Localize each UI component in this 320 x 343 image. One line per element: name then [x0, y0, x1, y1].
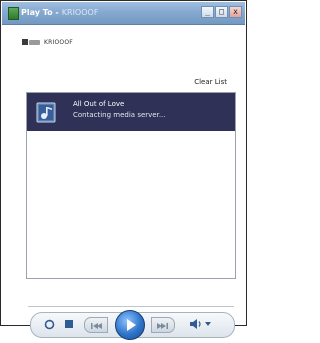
track-status: Contacting media server...: [73, 111, 166, 119]
playback-controls: [30, 310, 235, 340]
play-button[interactable]: [115, 310, 145, 340]
clear-list-link[interactable]: Clear List: [194, 78, 227, 86]
play-to-app-icon: [8, 7, 19, 20]
media-device-icon: [22, 38, 40, 47]
play-icon: [127, 319, 136, 331]
seek-bar[interactable]: [28, 306, 234, 307]
previous-button[interactable]: [84, 317, 108, 333]
music-file-icon: [36, 102, 56, 123]
stop-icon[interactable]: [65, 320, 73, 328]
previous-icon: [91, 323, 102, 329]
repeat-icon[interactable]: [44, 319, 55, 330]
window-controls: _ □ x: [201, 6, 242, 18]
window-title-device: KRIOOOF: [61, 8, 99, 17]
playlist: All Out of Love Contacting media server.…: [26, 92, 236, 279]
playlist-item[interactable]: All Out of Love Contacting media server.…: [27, 93, 235, 131]
volume-control[interactable]: [189, 318, 211, 330]
volume-icon: [190, 319, 201, 329]
maximize-button[interactable]: □: [215, 6, 228, 18]
window-title-label: Play To -: [21, 8, 59, 17]
window-title: Play To - KRIOOOF: [21, 6, 98, 20]
play-to-window: Play To - KRIOOOF _ □ x KRIOOOF Clear Lis…: [0, 0, 247, 340]
next-button[interactable]: [151, 317, 175, 333]
chevron-down-icon: [205, 322, 211, 326]
minimize-button[interactable]: _: [201, 6, 214, 18]
title-bar[interactable]: Play To - KRIOOOF _ □ x: [2, 2, 245, 25]
next-icon: [157, 323, 168, 329]
target-device: KRIOOOF: [22, 38, 73, 47]
close-button[interactable]: x: [229, 6, 242, 18]
track-title: All Out of Love: [73, 100, 125, 108]
window-content: KRIOOOF Clear List All Out of Love Conta…: [2, 25, 245, 340]
device-name: KRIOOOF: [44, 39, 73, 46]
